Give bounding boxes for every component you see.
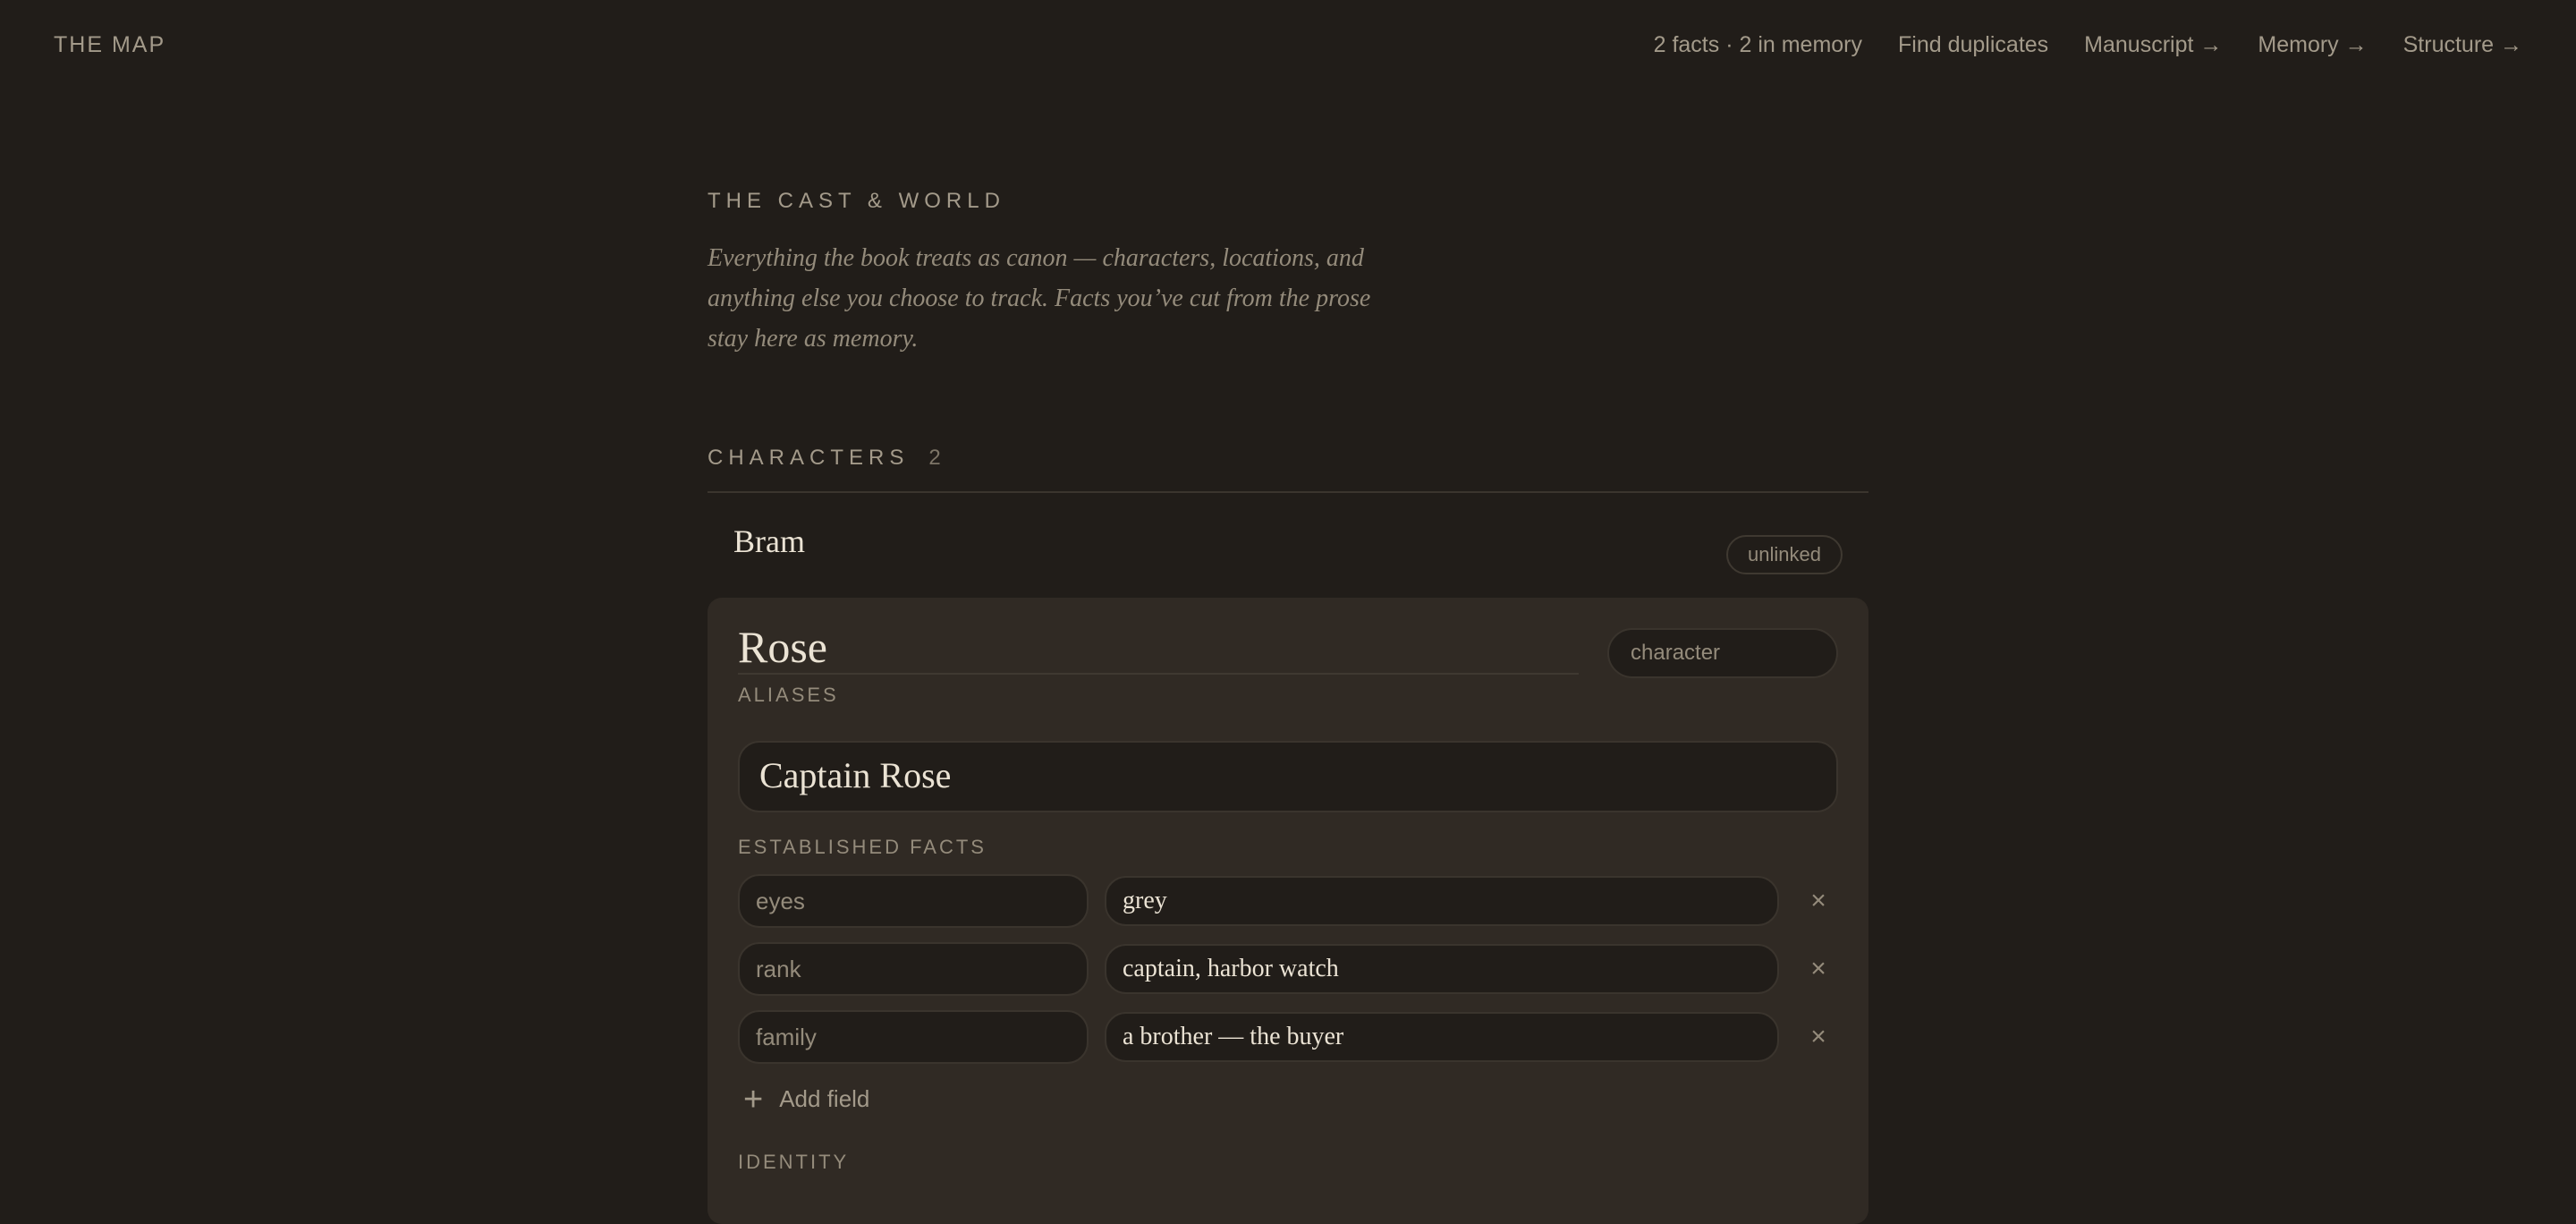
- fact-key-input[interactable]: family: [738, 1010, 1089, 1064]
- stats-summary: 2 facts · 2 in memory: [1653, 32, 1863, 57]
- fact-value-input[interactable]: captain, harbor watch: [1105, 944, 1779, 994]
- aliases-label: ALIASES: [738, 684, 839, 706]
- characters-heading-label: CHARACTERS: [708, 446, 910, 470]
- fact-value-input[interactable]: grey: [1105, 876, 1779, 926]
- find-duplicates-link[interactable]: Find duplicates: [1898, 32, 2048, 58]
- character-editor-card: Rose character ALIASES Captain Rose ESTA…: [708, 598, 1868, 1224]
- character-row-bram[interactable]: Bram unlinked: [708, 501, 1868, 591]
- remove-fact-icon[interactable]: ×: [1802, 1021, 1835, 1053]
- character-name-input[interactable]: Rose: [738, 621, 1579, 675]
- fact-row: eyes grey ×: [738, 874, 1838, 928]
- fact-key-input[interactable]: eyes: [738, 874, 1089, 928]
- remove-fact-icon[interactable]: ×: [1802, 953, 1835, 985]
- entity-type-select[interactable]: character: [1607, 628, 1838, 678]
- fact-row: rank captain, harbor watch ×: [738, 942, 1838, 996]
- identity-label: IDENTITY: [738, 1151, 850, 1173]
- fact-value-input[interactable]: a brother — the buyer: [1105, 1012, 1779, 1062]
- top-bar: THE MAP 2 facts · 2 in memory Find dupli…: [0, 0, 2576, 97]
- page-intro: Everything the book treats as canon — ch…: [708, 244, 1371, 353]
- top-nav: 2 facts · 2 in memory Find duplicates Ma…: [1654, 32, 2522, 58]
- character-name: Bram: [733, 523, 805, 559]
- structure-link[interactable]: Structure →: [2403, 32, 2522, 58]
- fact-row: family a brother — the buyer ×: [738, 1010, 1838, 1064]
- add-field-label: Add field: [779, 1085, 870, 1112]
- characters-heading: CHARACTERS 2: [708, 446, 943, 471]
- manuscript-link[interactable]: Manuscript →: [2084, 32, 2222, 58]
- page-eyebrow: THE CAST & WORLD: [708, 189, 1005, 213]
- characters-count: 2: [928, 446, 943, 470]
- remove-fact-icon[interactable]: ×: [1802, 885, 1835, 917]
- aliases-input[interactable]: Captain Rose: [738, 741, 1838, 812]
- section-divider: [708, 491, 1868, 493]
- established-facts-label: ESTABLISHED FACTS: [738, 836, 987, 858]
- memory-link[interactable]: Memory →: [2258, 32, 2367, 58]
- fact-key-input[interactable]: rank: [738, 942, 1089, 996]
- add-field-button[interactable]: + Add field: [743, 1080, 870, 1118]
- app-brand[interactable]: THE MAP: [54, 32, 165, 58]
- unlinked-badge: unlinked: [1726, 535, 1843, 574]
- plus-icon: +: [743, 1080, 764, 1118]
